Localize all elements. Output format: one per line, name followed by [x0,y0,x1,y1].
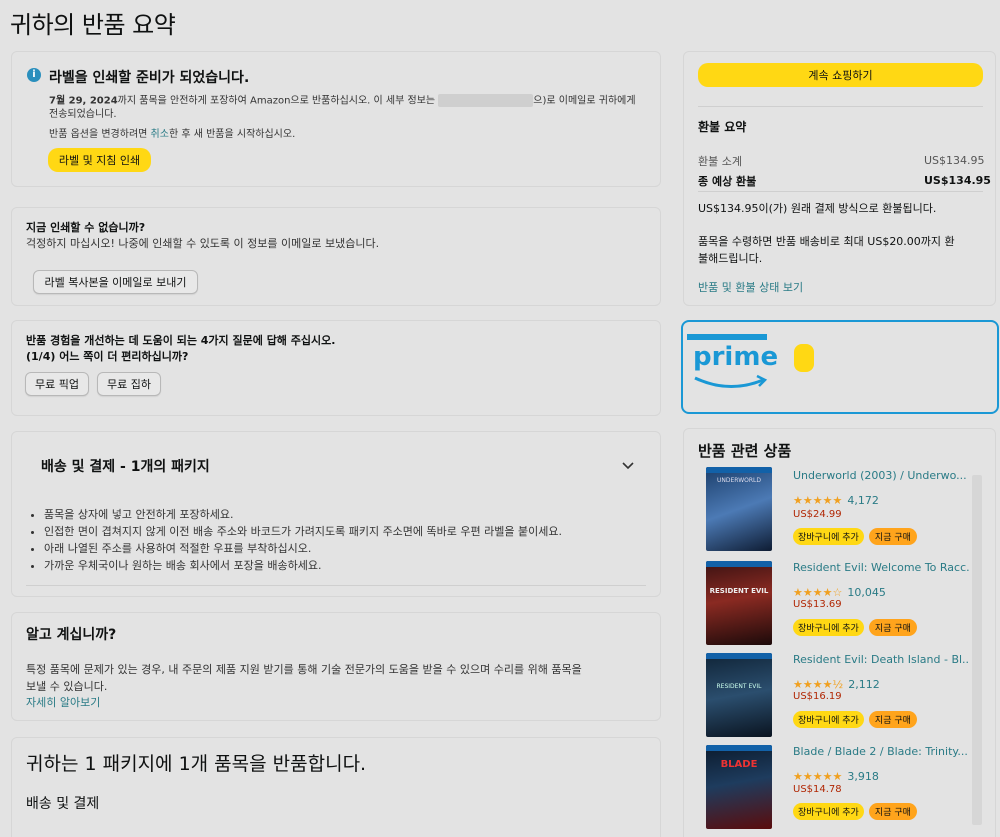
refund-method-note: US$134.95이(가) 원래 결제 방식으로 환불됩니다. [698,202,937,215]
free-collection-button[interactable]: 무료 집하 [97,372,161,396]
email-label-button[interactable]: 라벨 복사본을 이메일로 보내기 [33,270,198,294]
star-rating-icon: ★★★★★ [793,494,843,507]
product-title-link[interactable]: Blade / Blade 2 / Blade: Trinity... [793,745,969,758]
did-you-know-heading: 알고 계십니까? [26,627,117,643]
learn-more-link[interactable]: 자세히 알아보기 [26,694,100,710]
free-pickup-button[interactable]: 무료 픽업 [25,372,89,396]
survey-line-1: 반품 경험을 개선하는 데 도움이 되는 4가지 질문에 답해 주십시오. [26,334,336,347]
redacted-email [438,94,534,107]
buy-now-button[interactable]: 지금 구매 [868,619,917,636]
page-title: 귀하의 반품 요약 [10,11,176,39]
divider [698,106,983,107]
info-icon: i [27,68,41,82]
product-cover-image[interactable]: RESIDENT EVIL [706,561,772,645]
shipping-refund-note-1: 품목을 수령하면 반품 배송비로 최대 US$20.00까지 환 [698,235,955,248]
shipping-bullet: 아래 나열된 주소를 사용하여 적절한 우표를 부착하십시오. [44,540,562,557]
refund-total-label: 종 예상 환불 [698,175,757,188]
refund-subtotal-label: 환불 소계 [698,155,742,168]
product-price: US$16.19 [793,691,842,702]
did-you-know-text-2: 보낼 수 있습니다. [26,680,108,693]
product-cover-image[interactable]: RESIDENT EVIL [706,653,772,737]
return-deadline-rest: 까지 품목을 안전하게 포장하여 Amazon으로 반품하십시오. 이 세부 정… [117,95,436,107]
related-scrollbar[interactable] [972,475,982,825]
add-to-cart-button[interactable]: 장바구니에 추가 [793,711,864,728]
change-prefix: 반품 옵션을 변경하려면 [49,129,151,140]
cant-print-heading: 지금 인쇄할 수 없습니까? [26,221,146,234]
product-actions: 장바구니에 추가 지금 구매 [793,800,917,820]
rating-count[interactable]: 4,172 [847,494,879,507]
return-status-link[interactable]: 반품 및 환불 상태 보기 [698,279,803,295]
refund-subtotal-value: US$134.95 [924,154,985,167]
survey-line-2: (1/4) 어느 쪽이 더 편리하십니까? [26,350,189,363]
shipping-bullet: 가까운 우체국이나 원하는 배송 회사에서 포장을 배송하세요. [44,557,562,574]
product-price: US$24.99 [793,509,842,520]
cover-text: UNDERWORLD [716,477,761,484]
email-sent-text-2: 전송되었습니다. [49,108,117,120]
product-rating: ★★★★★ 4,172 [793,489,879,508]
product-price: US$14.78 [793,784,842,795]
returning-heading: 귀하는 1 패키지에 1개 품목을 반품합니다. [26,753,367,775]
product-actions: 장바구니에 추가 지금 구매 [793,525,917,545]
product-title-link[interactable]: Resident Evil: Welcome To Racc... [793,561,969,574]
buy-now-button[interactable]: 지금 구매 [868,711,917,728]
print-label-button[interactable]: 라벨 및 지침 인쇄 [48,148,151,172]
rating-count[interactable]: 10,045 [847,586,886,599]
rating-count[interactable]: 3,918 [847,770,879,783]
cover-text: RESIDENT EVIL [716,683,762,690]
smile-arrow-icon [694,374,768,389]
divider [26,585,646,586]
change-suffix: 한 후 새 반품을 시작하십시오. [168,129,296,140]
product-price: US$13.69 [793,599,842,610]
product-actions: 장바구니에 추가 지금 구매 [793,616,917,636]
product-rating: ★★★★½ 2,112 [793,673,880,692]
product-cover-image[interactable]: BLADE [706,745,772,829]
did-you-know-text-1: 특정 품목에 문제가 있는 경우, 내 주문의 제품 지원 받기를 통해 기술 … [26,663,582,676]
product-title-link[interactable]: Resident Evil: Death Island - Bl... [793,653,969,666]
product-cover-image[interactable]: UNDERWORLD [706,467,772,551]
prime-badge [794,344,814,372]
cover-text: RESIDENT EVIL [709,587,769,595]
star-rating-icon: ★★★★½ [793,678,844,691]
add-to-cart-button[interactable]: 장바구니에 추가 [793,528,864,545]
returning-subheading: 배송 및 결제 [26,796,100,812]
cover-text: BLADE [720,759,758,770]
prime-banner-stripe [687,334,767,340]
rating-count[interactable]: 2,112 [848,678,880,691]
shipping-bullet: 품목을 상자에 넣고 안전하게 포장하세요. [44,506,562,523]
cant-print-text: 걱정하지 마십시오! 나중에 인쇄할 수 있도록 이 정보를 이메일로 보냈습니… [26,237,380,250]
divider [698,191,983,192]
buy-now-button[interactable]: 지금 구매 [868,803,917,820]
continue-shopping-button[interactable]: 계속 쇼핑하기 [698,63,983,87]
prime-logo: prime [693,342,779,372]
product-title-link[interactable]: Underworld (2003) / Underwo... [793,469,969,482]
shipping-bullet: 인접한 면이 겹쳐지지 않게 이전 배송 주소와 바코드가 가려지도록 패키지 … [44,523,562,540]
star-rating-icon: ★★★★★ [793,770,843,783]
cancel-link[interactable]: 취소 [151,129,169,140]
return-deadline-date: 7월 29, 2024 [49,95,118,107]
refund-summary-heading: 환불 요약 [698,120,747,134]
add-to-cart-button[interactable]: 장바구니에 추가 [793,803,864,820]
related-products-heading: 반품 관련 상품 [698,442,792,460]
refund-total-value: US$134.95 [924,174,991,187]
return-deadline-text: 7월 29, 2024까지 품목을 안전하게 포장하여 Amazon으로 반품하… [49,94,649,121]
buy-now-button[interactable]: 지금 구매 [868,528,917,545]
prime-banner[interactable]: prime [681,320,999,414]
chevron-down-icon[interactable] [621,458,635,472]
shipping-instructions: 품목을 상자에 넣고 안전하게 포장하세요. 인접한 면이 겹쳐지지 않게 이전… [44,506,562,574]
product-actions: 장바구니에 추가 지금 구매 [793,708,917,728]
star-rating-icon: ★★★★☆ [793,586,843,599]
add-to-cart-button[interactable]: 장바구니에 추가 [793,619,864,636]
product-rating: ★★★★★ 3,918 [793,765,879,784]
product-rating: ★★★★☆ 10,045 [793,581,886,600]
change-return-text: 반품 옵션을 변경하려면 취소한 후 새 반품을 시작하십시오. [49,125,295,140]
email-sent-text: 으)로 이메일로 귀하에게 [533,95,636,107]
shipping-refund-note-2: 불해드립니다. [698,252,763,265]
shipping-heading: 배송 및 결제 - 1개의 패키지 [41,459,210,475]
label-ready-heading: 라벨을 인쇄할 준비가 되었습니다. [49,70,250,86]
